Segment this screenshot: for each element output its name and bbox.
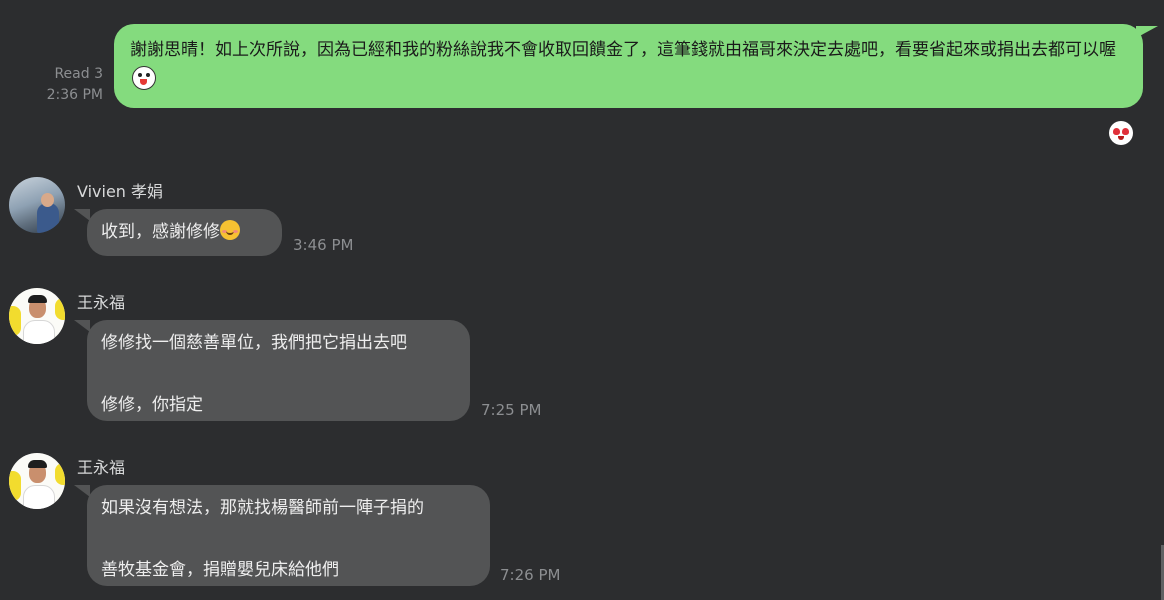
love-eyes-reaction-icon[interactable] [1109, 121, 1133, 145]
incoming-bubble-tail [74, 209, 90, 221]
read-receipt: Read 3 [54, 66, 103, 82]
message-timestamp: 3:46 PM [293, 236, 354, 254]
incoming-bubble-tail [74, 320, 90, 332]
incoming-bubble-tail [74, 485, 90, 497]
incoming-message-bubble[interactable]: 收到，感謝修修 [87, 209, 282, 256]
message-text-line: 修修找一個慈善單位，我們把它捐出去吧 [101, 333, 407, 353]
sender-name: 王永福 [77, 458, 126, 477]
incoming-message-bubble[interactable]: 修修找一個慈善單位，我們把它捐出去吧 修修，你指定 [87, 320, 470, 421]
outgoing-message-bubble[interactable]: 謝謝思晴！如上次所說，因為已經和我的粉絲說我不會收取回饋金了，這筆錢就由福哥來決… [114, 24, 1143, 108]
message-text-line: 善牧基金會，捐贈嬰兒床給他們 [101, 560, 339, 580]
message-timestamp: 7:26 PM [500, 566, 561, 584]
wang-avatar[interactable] [9, 288, 65, 344]
line-brown-sticker-icon [132, 66, 156, 90]
incoming-message-bubble[interactable]: 如果沒有想法，那就找楊醫師前一陣子捐的 善牧基金會，捐贈嬰兒床給他們 [87, 485, 490, 586]
sender-name: Vivien 孝娟 [77, 182, 164, 201]
message-text-line: 如果沒有想法，那就找楊醫師前一陣子捐的 [101, 498, 424, 518]
message-text: 收到，感謝修修 [101, 222, 220, 242]
outgoing-meta: Read 3 2:36 PM [47, 64, 103, 106]
outgoing-message-text: 謝謝思晴！如上次所說，因為已經和我的粉絲說我不會收取回饋金了，這筆錢就由福哥來決… [130, 40, 1116, 60]
message-timestamp: 7:25 PM [481, 401, 542, 419]
outgoing-timestamp: 2:36 PM [46, 87, 103, 103]
sender-name: 王永福 [77, 293, 126, 312]
vivien-avatar[interactable] [9, 177, 65, 233]
smiling-face-with-blush-icon [220, 220, 240, 240]
chat-window: Read 3 2:36 PM 謝謝思晴！如上次所說，因為已經和我的粉絲說我不會收… [0, 0, 1164, 600]
message-text-line: 修修，你指定 [101, 395, 203, 415]
wang-avatar[interactable] [9, 453, 65, 509]
